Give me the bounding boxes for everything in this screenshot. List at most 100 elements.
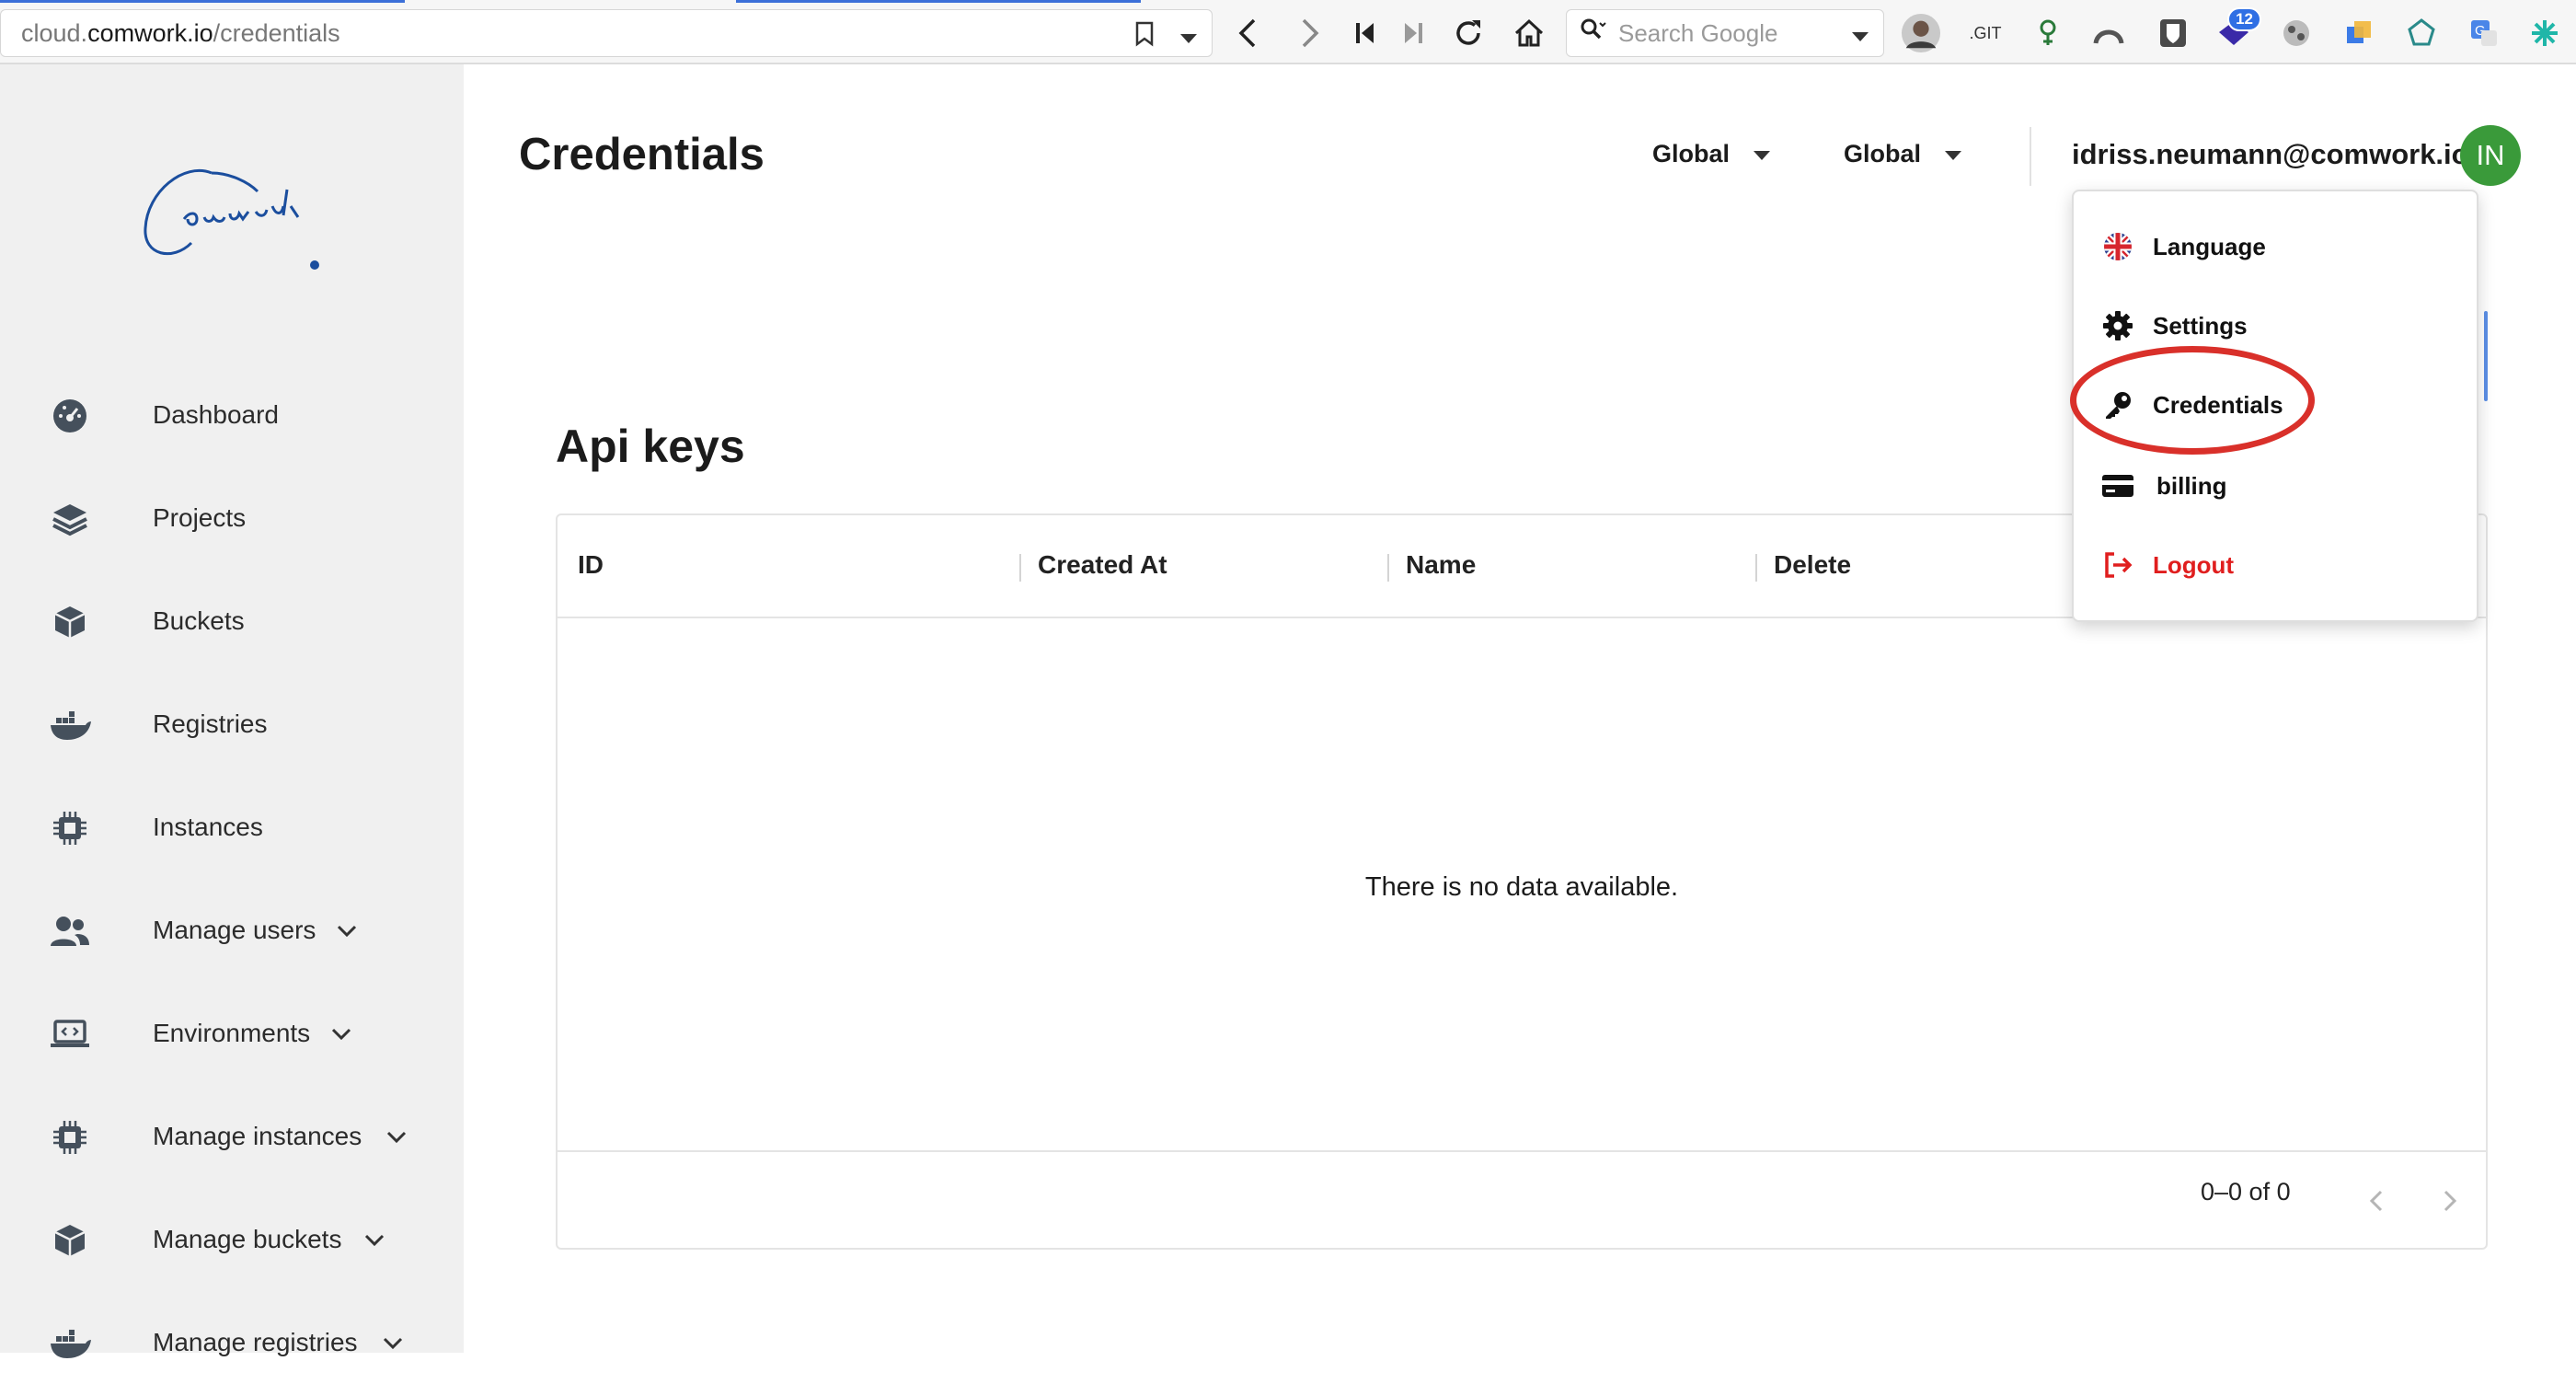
region-select-value: Global xyxy=(1652,140,1731,167)
caret-down-icon xyxy=(1752,140,1772,168)
home-button[interactable] xyxy=(1511,13,1547,53)
sidebar-item-instances[interactable]: Instances xyxy=(0,786,464,869)
sidebar-item-registries[interactable]: Registries xyxy=(0,683,464,766)
menu-item-label: Language xyxy=(2153,232,2266,260)
sidebar-item-label: Environments xyxy=(153,1019,311,1047)
skip-back-button[interactable] xyxy=(1347,13,1384,53)
profile-avatar-icon[interactable] xyxy=(1901,13,1941,53)
sidebar-item-manage-registries[interactable]: Manage registries xyxy=(0,1301,464,1384)
translate-icon[interactable]: G xyxy=(2464,13,2504,53)
extension-icon[interactable] xyxy=(2088,13,2129,53)
skip-forward-button[interactable] xyxy=(1395,13,1432,53)
section-title: Api keys xyxy=(556,421,745,472)
sidebar-item-projects[interactable]: Projects xyxy=(0,477,464,559)
pagination-info: 0–0 of 0 xyxy=(2201,1178,2291,1205)
sidebar-item-manage-instances[interactable]: Manage instances xyxy=(0,1095,464,1178)
bookmark-icon[interactable] xyxy=(1134,21,1155,53)
chip-icon xyxy=(48,1115,92,1159)
menu-item-logout[interactable]: Logout xyxy=(2074,528,2477,602)
column-header-delete[interactable]: Delete xyxy=(1774,550,1851,580)
chevron-down-icon[interactable] xyxy=(385,1124,408,1148)
extension-icon[interactable] xyxy=(2401,13,2442,53)
bitwarden-icon[interactable] xyxy=(2153,13,2193,53)
credit-card-icon xyxy=(2101,469,2134,502)
docker-icon xyxy=(48,703,92,747)
chevron-down-icon[interactable] xyxy=(381,1331,405,1355)
url-host: comwork.io xyxy=(87,18,213,47)
cube-icon xyxy=(48,1218,92,1263)
url-subdomain: cloud. xyxy=(21,18,88,47)
highlight-annotation xyxy=(2070,346,2315,455)
forward-button[interactable] xyxy=(1292,13,1328,53)
sidebar-item-manage-users[interactable]: Manage users xyxy=(0,889,464,972)
sidebar-item-label: Registries xyxy=(153,709,268,738)
chip-icon xyxy=(48,806,92,850)
empty-state-message: There is no data available. xyxy=(1364,872,1679,902)
docker-icon xyxy=(48,1321,92,1366)
chevron-left-icon[interactable] xyxy=(2361,1185,2392,1217)
url-path: /credentials xyxy=(213,18,340,47)
tab-indicator xyxy=(0,0,405,3)
sidebar: Dashboard Projects Buckets Registries In… xyxy=(0,64,464,1358)
sidebar-item-label: Dashboard xyxy=(153,400,279,429)
sidebar-item-manage-buckets[interactable]: Manage buckets xyxy=(0,1198,464,1281)
column-header-created-at[interactable]: Created At xyxy=(1038,550,1167,580)
user-email[interactable]: idriss.neumann@comwork.io xyxy=(2072,138,2469,171)
extension-icon[interactable] xyxy=(2028,13,2068,53)
extension-icon[interactable] xyxy=(2524,13,2565,53)
menu-item-label: Settings xyxy=(2153,311,2248,340)
tab-indicator xyxy=(736,0,1141,3)
menu-item-billing[interactable]: billing xyxy=(2074,449,2477,523)
sidebar-item-dashboard[interactable]: Dashboard xyxy=(0,374,464,456)
search-input[interactable]: Search Google xyxy=(1566,9,1884,57)
api-keys-table: ID Created At Name Delete There is no da… xyxy=(556,513,2488,1250)
region-select-value: Global xyxy=(1844,140,1922,167)
comwork-logo[interactable] xyxy=(110,110,350,294)
uk-flag-icon xyxy=(2101,230,2134,263)
region-select[interactable]: Global xyxy=(1652,140,1772,168)
sidebar-item-buckets[interactable]: Buckets xyxy=(0,580,464,663)
chevron-right-icon[interactable] xyxy=(2434,1185,2466,1217)
avatar[interactable]: IN xyxy=(2460,125,2521,186)
chevron-down-icon[interactable] xyxy=(362,1228,386,1251)
git-extension-label: .GIT xyxy=(1969,23,2002,42)
back-button[interactable] xyxy=(1229,13,1266,53)
sidebar-item-label: Manage registries xyxy=(153,1328,358,1356)
column-divider[interactable] xyxy=(1755,554,1757,582)
menu-item-language[interactable]: Language xyxy=(2074,210,2477,283)
sidebar-item-label: Projects xyxy=(153,503,247,532)
sidebar-item-environments[interactable]: Environments xyxy=(0,992,464,1075)
git-extension-icon[interactable]: .GIT xyxy=(1965,13,2006,53)
column-header-id[interactable]: ID xyxy=(578,550,604,580)
column-header-name[interactable]: Name xyxy=(1406,550,1476,580)
partial-button-edge[interactable] xyxy=(2484,311,2488,401)
header-divider xyxy=(2030,127,2031,186)
page-title: Credentials xyxy=(519,130,765,179)
users-icon xyxy=(48,909,92,953)
sidebar-item-label: Manage buckets xyxy=(153,1225,342,1253)
column-divider[interactable] xyxy=(1387,554,1389,582)
extension-icon[interactable] xyxy=(2339,13,2379,53)
sidebar-item-label: Buckets xyxy=(153,606,245,635)
extension-icon[interactable] xyxy=(2276,13,2317,53)
column-divider[interactable] xyxy=(1019,554,1021,582)
caret-down-icon xyxy=(1943,140,1963,168)
layers-icon xyxy=(48,497,92,541)
chevron-down-icon[interactable] xyxy=(1850,21,1870,50)
chevron-down-icon[interactable] xyxy=(1179,23,1199,52)
chevron-down-icon[interactable] xyxy=(335,918,359,942)
search-placeholder: Search Google xyxy=(1618,18,1778,47)
chevron-down-icon[interactable] xyxy=(329,1021,353,1045)
extension-badge-icon[interactable]: 12 xyxy=(2214,7,2261,53)
browser-toolbar: cloud. comwork.io/credentials Search Goog… xyxy=(0,0,2576,64)
sidebar-item-label: Manage users xyxy=(153,916,316,944)
search-icon xyxy=(1580,17,1607,50)
region-select[interactable]: Global xyxy=(1844,140,1963,168)
sidebar-item-label: Manage instances xyxy=(153,1122,362,1150)
address-bar[interactable]: cloud. comwork.io/credentials xyxy=(0,9,1213,57)
cube-icon xyxy=(48,600,92,644)
notification-badge: 12 xyxy=(2227,7,2261,31)
reload-button[interactable] xyxy=(1450,13,1487,53)
table-footer: 0–0 of 0 xyxy=(558,1150,2486,1248)
dashboard-icon xyxy=(48,394,92,438)
